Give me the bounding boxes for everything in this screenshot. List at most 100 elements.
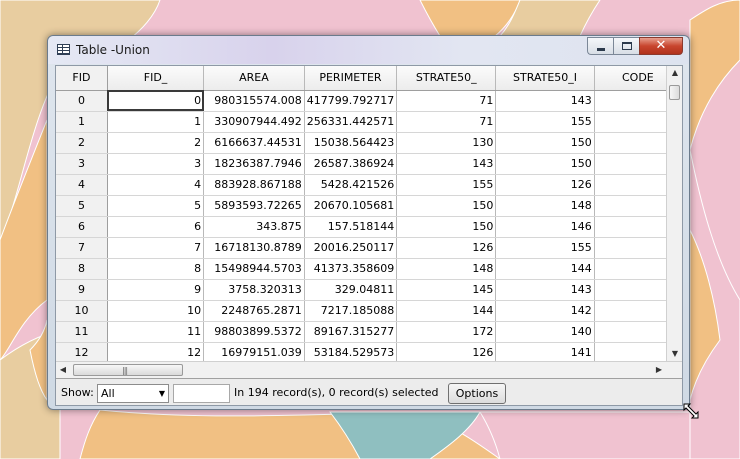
table-cell[interactable]: 155: [396, 174, 497, 196]
row-id-cell[interactable]: 2: [56, 132, 108, 154]
table-row[interactable]: 12 12 16979151.039 53184.529573 126 141: [56, 342, 682, 364]
table-cell[interactable]: 146: [495, 216, 595, 238]
table-row[interactable]: 1 1 330907944.492 256331.442571 71 155: [56, 111, 682, 133]
show-select[interactable]: All ▼: [97, 384, 169, 403]
row-id-cell[interactable]: 7: [56, 237, 108, 259]
table-cell[interactable]: 1: [107, 111, 205, 133]
scroll-left-icon[interactable]: ◀: [56, 362, 70, 378]
table-cell[interactable]: 41373.358609: [304, 258, 398, 280]
table-cell[interactable]: 143: [396, 153, 497, 175]
table-row[interactable]: 2 2 6166637.44531 15038.564423 130 150: [56, 132, 682, 154]
table-cell[interactable]: 16979151.039: [203, 342, 305, 364]
table-cell[interactable]: 883928.867188: [203, 174, 305, 196]
column-header[interactable]: FID: [56, 66, 108, 91]
table-cell[interactable]: 15498944.5703: [203, 258, 305, 280]
horizontal-scroll-thumb[interactable]: |||: [73, 364, 183, 376]
table-cell[interactable]: 16718130.8789: [203, 237, 305, 259]
table-cell[interactable]: 71: [396, 90, 497, 112]
table-row[interactable]: 10 10 2248765.2871 7217.185088 144 142: [56, 300, 682, 322]
table-row[interactable]: 5 5 5893593.72265 20670.105681 150 148: [56, 195, 682, 217]
table-row[interactable]: 8 8 15498944.5703 41373.358609 148 144: [56, 258, 682, 280]
table-cell[interactable]: 6: [107, 216, 205, 238]
table-cell[interactable]: 98803899.5372: [203, 321, 305, 343]
table-cell[interactable]: 26587.386924: [304, 153, 398, 175]
record-number-input[interactable]: [173, 384, 230, 403]
row-id-cell[interactable]: 8: [56, 258, 108, 280]
row-id-cell[interactable]: 0: [56, 90, 108, 112]
table-cell[interactable]: 20016.250117: [304, 237, 398, 259]
table-cell[interactable]: 417799.792717: [304, 90, 398, 112]
table-row[interactable]: 0 0 980315574.008 417799.792717 71 143: [56, 90, 682, 112]
table-cell[interactable]: 15038.564423: [304, 132, 398, 154]
table-cell[interactable]: 150: [495, 132, 595, 154]
table-cell[interactable]: 140: [495, 321, 595, 343]
horizontal-scrollbar[interactable]: ◀ ||| ▶: [56, 361, 682, 378]
table-row[interactable]: 11 11 98803899.5372 89167.315277 172 140: [56, 321, 682, 343]
table-cell[interactable]: 2: [107, 132, 205, 154]
table-row[interactable]: 6 6 343.875 157.518144 150 146: [56, 216, 682, 238]
table-row[interactable]: 4 4 883928.867188 5428.421526 155 126: [56, 174, 682, 196]
table-cell[interactable]: 7217.185088: [304, 300, 398, 322]
row-id-cell[interactable]: 5: [56, 195, 108, 217]
table-cell[interactable]: 126: [396, 342, 497, 364]
table-cell[interactable]: 343.875: [203, 216, 305, 238]
table-cell[interactable]: 150: [495, 153, 595, 175]
table-cell[interactable]: 142: [495, 300, 595, 322]
table-cell[interactable]: 155: [495, 111, 595, 133]
row-id-cell[interactable]: 1: [56, 111, 108, 133]
table-cell[interactable]: 71: [396, 111, 497, 133]
table-cell[interactable]: 150: [396, 216, 497, 238]
table-cell[interactable]: 12: [107, 342, 205, 364]
row-id-cell[interactable]: 4: [56, 174, 108, 196]
table-cell[interactable]: 172: [396, 321, 497, 343]
column-header[interactable]: FID_: [107, 66, 205, 91]
table-cell[interactable]: 4: [107, 174, 205, 196]
table-cell[interactable]: 126: [396, 237, 497, 259]
table-cell[interactable]: 20670.105681: [304, 195, 398, 217]
table-cell[interactable]: 7: [107, 237, 205, 259]
table-cell[interactable]: 256331.442571: [304, 111, 398, 133]
table-row[interactable]: 3 3 18236387.7946 26587.386924 143 150: [56, 153, 682, 175]
table-cell[interactable]: 5: [107, 195, 205, 217]
column-header[interactable]: STRATE50_: [396, 66, 497, 91]
table-cell[interactable]: 18236387.7946: [203, 153, 305, 175]
table-cell[interactable]: 329.04811: [304, 279, 398, 301]
table-cell[interactable]: 141: [495, 342, 595, 364]
scroll-right-icon[interactable]: ▶: [652, 362, 666, 378]
table-cell[interactable]: 130: [396, 132, 497, 154]
table-cell[interactable]: 6166637.44531: [203, 132, 305, 154]
vertical-scroll-thumb[interactable]: [669, 85, 680, 100]
column-header[interactable]: PERIMETER: [304, 66, 398, 91]
table-cell[interactable]: 5428.421526: [304, 174, 398, 196]
scroll-up-icon[interactable]: ▲: [667, 66, 682, 80]
close-button[interactable]: ✕: [639, 37, 683, 55]
row-id-cell[interactable]: 3: [56, 153, 108, 175]
column-header[interactable]: STRATE50_I: [495, 66, 595, 91]
table-cell[interactable]: 155: [495, 237, 595, 259]
table-cell[interactable]: 11: [107, 321, 205, 343]
table-cell[interactable]: 89167.315277: [304, 321, 398, 343]
maximize-button[interactable]: [613, 37, 639, 55]
row-id-cell[interactable]: 10: [56, 300, 108, 322]
table-cell[interactable]: 9: [107, 279, 205, 301]
table-cell[interactable]: 3: [107, 153, 205, 175]
table-cell[interactable]: 150: [396, 195, 497, 217]
table-cell[interactable]: 143: [495, 90, 595, 112]
table-cell[interactable]: 2248765.2871: [203, 300, 305, 322]
table-cell[interactable]: 0: [107, 90, 205, 112]
scroll-down-icon[interactable]: ▼: [667, 347, 682, 361]
row-id-cell[interactable]: 12: [56, 342, 108, 364]
table-cell[interactable]: 148: [396, 258, 497, 280]
table-cell[interactable]: 148: [495, 195, 595, 217]
table-cell[interactable]: 330907944.492: [203, 111, 305, 133]
row-id-cell[interactable]: 9: [56, 279, 108, 301]
table-cell[interactable]: 8: [107, 258, 205, 280]
row-id-cell[interactable]: 6: [56, 216, 108, 238]
table-cell[interactable]: 3758.320313: [203, 279, 305, 301]
table-row[interactable]: 9 9 3758.320313 329.04811 145 143: [56, 279, 682, 301]
vertical-scrollbar[interactable]: ▲ ▼: [666, 66, 682, 361]
column-header[interactable]: AREA: [203, 66, 305, 91]
table-cell[interactable]: 5893593.72265: [203, 195, 305, 217]
options-button[interactable]: Options: [448, 383, 506, 404]
table-cell[interactable]: 145: [396, 279, 497, 301]
